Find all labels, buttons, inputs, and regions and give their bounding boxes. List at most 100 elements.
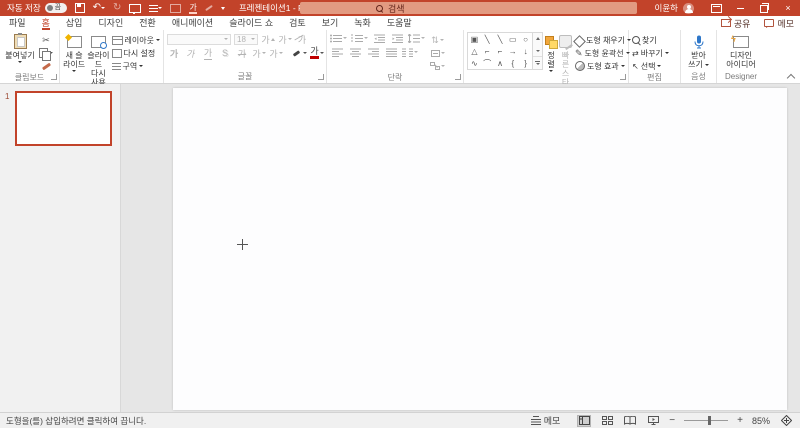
align-center-button[interactable] bbox=[348, 46, 362, 58]
shape-icon[interactable]: ╲ bbox=[485, 35, 490, 44]
slideshow-view-button[interactable] bbox=[646, 415, 660, 427]
tab-record[interactable]: 녹화 bbox=[354, 16, 371, 30]
section-button[interactable]: 구역 bbox=[111, 60, 160, 72]
find-button[interactable]: 찾기 bbox=[632, 34, 669, 46]
replace-button[interactable]: ⇄ 바꾸기 bbox=[632, 47, 669, 59]
save-button[interactable] bbox=[74, 2, 85, 14]
shapes-gallery[interactable]: ▣ ╲ ╲ ▭ ○ △ ⌐ ⌐ → ↓ ∿ ⌒ ∧ { } bbox=[467, 32, 533, 70]
shape-icon[interactable]: → bbox=[509, 47, 517, 56]
font-format-button[interactable]: 가 bbox=[189, 2, 197, 14]
tab-home[interactable]: 홈 bbox=[41, 16, 51, 30]
tab-insert[interactable]: 삽입 bbox=[66, 16, 83, 30]
autosave-switch[interactable]: 끔 bbox=[44, 3, 67, 13]
tab-file[interactable]: 파일 bbox=[9, 16, 26, 30]
text-direction-button[interactable]: ⇅ bbox=[430, 34, 445, 46]
shape-icon[interactable]: ⌒ bbox=[483, 58, 491, 69]
slide-thumbnail[interactable] bbox=[15, 91, 112, 146]
tab-design[interactable]: 디자인 bbox=[98, 16, 123, 30]
share-button[interactable]: 공유 bbox=[720, 17, 750, 30]
tab-view[interactable]: 보기 bbox=[322, 16, 339, 30]
arrange-button[interactable]: 정렬 bbox=[545, 32, 558, 72]
paragraph-dialog-launcher[interactable] bbox=[455, 74, 461, 80]
customize-qat-button[interactable] bbox=[220, 2, 225, 14]
new-slide-button[interactable]: 새 슬라이드 bbox=[63, 32, 85, 72]
shape-icon[interactable]: ○ bbox=[523, 35, 528, 44]
collapse-ribbon-button[interactable] bbox=[788, 74, 795, 79]
justify-button[interactable] bbox=[384, 46, 398, 58]
tab-animations[interactable]: 애니메이션 bbox=[172, 16, 213, 30]
copy-button[interactable] bbox=[39, 47, 53, 61]
align-left-button[interactable] bbox=[330, 46, 344, 58]
select-button[interactable]: ↖ 선택 bbox=[632, 60, 669, 72]
autosave-toggle[interactable]: 자동 저장 끔 bbox=[7, 2, 67, 14]
font-color-button[interactable]: 가 bbox=[310, 47, 324, 59]
shape-outline-button[interactable]: ✎ 도형 윤곽선 bbox=[575, 47, 631, 59]
tab-transitions[interactable]: 전환 bbox=[139, 16, 156, 30]
shape-icon[interactable]: ▣ bbox=[471, 35, 479, 44]
tab-slideshow[interactable]: 슬라이드 쇼 bbox=[229, 16, 273, 30]
cut-button[interactable]: ✂ bbox=[39, 34, 53, 46]
text-shadow-button[interactable]: S bbox=[218, 47, 232, 59]
numbering-button[interactable] bbox=[351, 32, 368, 44]
tab-help[interactable]: 도움말 bbox=[387, 16, 412, 30]
shape-icon[interactable]: ∧ bbox=[497, 59, 503, 68]
zoom-out-button[interactable]: − bbox=[669, 415, 675, 426]
shrink-font-button[interactable]: 가 bbox=[278, 33, 292, 45]
layout-button[interactable]: 레이아웃 bbox=[111, 34, 160, 46]
zoom-slider[interactable] bbox=[684, 416, 729, 425]
format-painter-button[interactable] bbox=[39, 60, 53, 72]
align-text-button[interactable] bbox=[430, 47, 445, 59]
zoom-in-button[interactable]: + bbox=[737, 415, 743, 426]
grow-font-button[interactable]: 가 bbox=[261, 33, 275, 45]
list-style-button[interactable] bbox=[149, 2, 163, 14]
paste-button[interactable]: 붙여넣기 bbox=[3, 32, 37, 63]
convert-to-smartart-button[interactable] bbox=[430, 60, 445, 72]
drawing-dialog-launcher[interactable] bbox=[620, 74, 626, 80]
columns-button[interactable] bbox=[402, 46, 418, 58]
bullets-button[interactable] bbox=[330, 32, 347, 44]
normal-view-button[interactable] bbox=[577, 414, 592, 427]
reuse-slides-button[interactable]: 슬라이드 다시 사용 bbox=[87, 32, 109, 87]
shape-icon[interactable]: } bbox=[524, 59, 527, 68]
slide-canvas[interactable] bbox=[173, 88, 787, 410]
ribbon-display-options-button[interactable] bbox=[704, 0, 728, 16]
line-spacing-button[interactable] bbox=[408, 32, 425, 44]
slide-sorter-view-button[interactable] bbox=[600, 415, 614, 427]
close-button[interactable]: × bbox=[776, 0, 800, 16]
undo-button[interactable]: ↶ bbox=[93, 2, 106, 14]
font-name-combo[interactable] bbox=[167, 33, 231, 45]
restore-button[interactable] bbox=[752, 0, 776, 16]
reset-button[interactable]: 다시 설정 bbox=[111, 47, 160, 59]
bold-button[interactable]: 가 bbox=[167, 47, 181, 59]
shape-icon[interactable]: △ bbox=[471, 47, 477, 56]
shape-icon[interactable]: ∿ bbox=[471, 59, 478, 68]
minimize-button[interactable] bbox=[728, 0, 752, 16]
clipboard-dialog-launcher[interactable] bbox=[51, 74, 57, 80]
gallery-scroll-down-button[interactable] bbox=[533, 45, 542, 57]
shape-icon[interactable]: ▭ bbox=[509, 35, 517, 44]
design-ideas-button[interactable]: ϟ 디자인 아이디어 bbox=[721, 32, 761, 69]
redo-button[interactable]: ↻ bbox=[113, 2, 121, 14]
start-slideshow-button[interactable] bbox=[129, 2, 142, 14]
strikethrough-button[interactable]: 가 bbox=[235, 47, 249, 59]
shape-icon[interactable]: ╲ bbox=[498, 35, 503, 44]
shape-fill-button[interactable]: 도형 채우기 bbox=[573, 34, 632, 48]
draw-button[interactable] bbox=[204, 2, 213, 14]
font-dialog-launcher[interactable] bbox=[318, 74, 324, 80]
tab-review[interactable]: 검토 bbox=[289, 16, 306, 30]
gallery-more-button[interactable] bbox=[533, 56, 542, 69]
shape-icon[interactable]: ⌐ bbox=[485, 47, 490, 56]
user-avatar[interactable] bbox=[683, 2, 694, 14]
notes-button[interactable]: 메모 bbox=[530, 414, 560, 427]
shape-icon[interactable]: { bbox=[511, 59, 514, 68]
underline-button[interactable]: 가 bbox=[201, 47, 215, 60]
shape-icon[interactable]: ⌐ bbox=[498, 47, 503, 56]
clear-formatting-button[interactable]: 가 bbox=[295, 33, 309, 45]
character-spacing-button[interactable]: 가 bbox=[252, 47, 266, 59]
decrease-indent-button[interactable] bbox=[372, 32, 386, 44]
zoom-slider-thumb[interactable] bbox=[708, 416, 712, 425]
picture-button[interactable] bbox=[170, 2, 182, 14]
gallery-scroll-up-button[interactable] bbox=[533, 33, 542, 45]
change-case-button[interactable]: 가 bbox=[269, 47, 283, 59]
increase-indent-button[interactable] bbox=[390, 32, 404, 44]
